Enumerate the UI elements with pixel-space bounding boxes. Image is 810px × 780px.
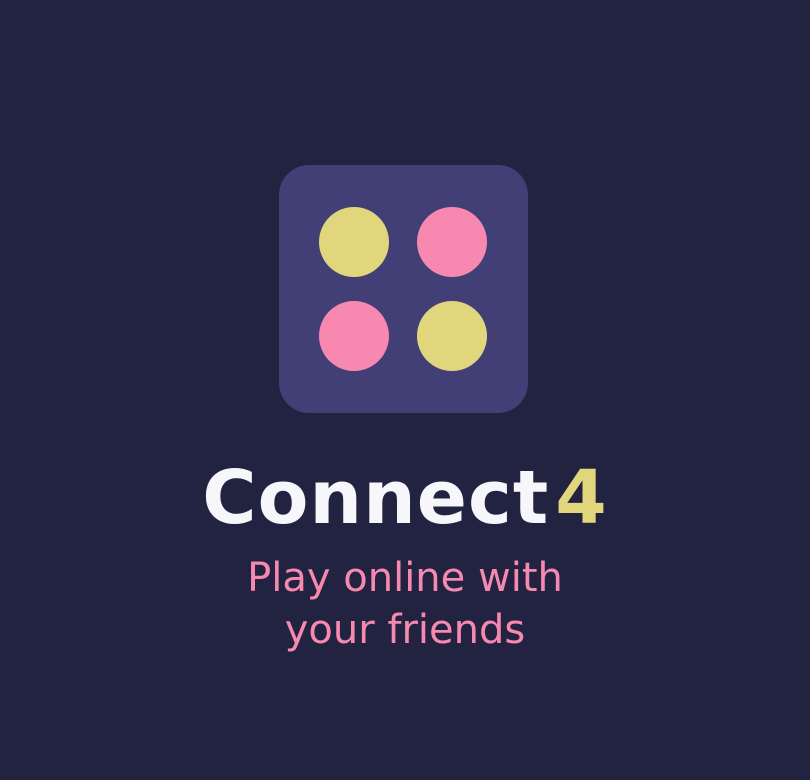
app-title: Connect4 — [0, 448, 810, 548]
tagline-line-1: Play online with — [247, 555, 563, 601]
app-logo — [279, 165, 528, 413]
pink-disc-icon — [319, 301, 389, 371]
yellow-disc-icon — [417, 301, 487, 371]
app-tagline: Play online with your friends — [0, 552, 810, 656]
splash-screen: Connect4 Play online with your friends — [0, 0, 810, 780]
app-title-word: Connect — [202, 455, 550, 541]
tagline-line-2: your friends — [284, 607, 526, 653]
app-title-number: 4 — [555, 455, 608, 541]
yellow-disc-icon — [319, 207, 389, 277]
pink-disc-icon — [417, 207, 487, 277]
